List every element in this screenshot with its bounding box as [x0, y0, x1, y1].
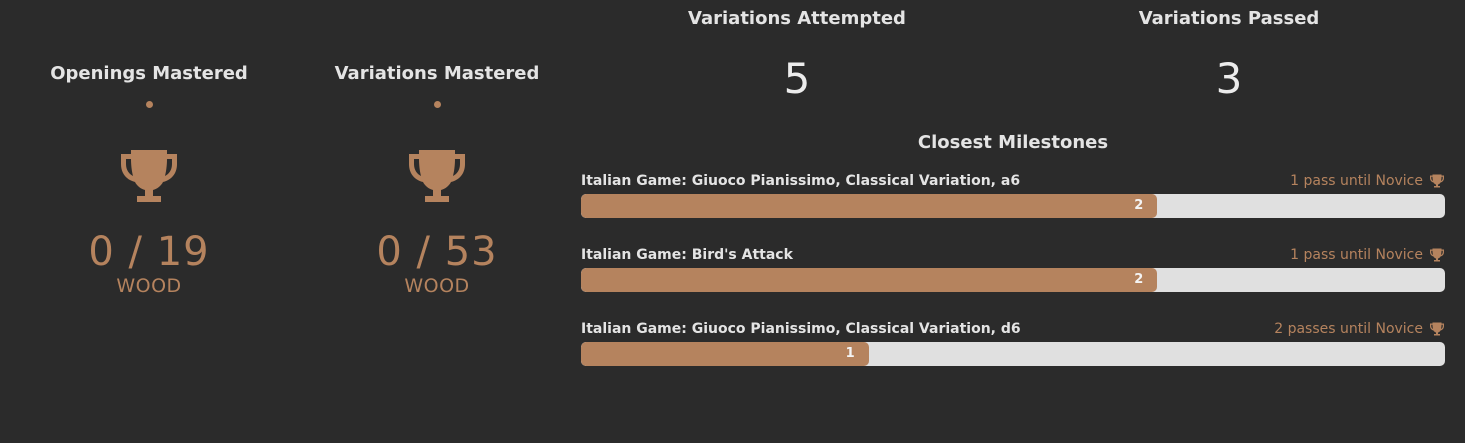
- milestone-progress-value: 1: [845, 346, 855, 361]
- variations-passed-card: Variations Passed 3: [1079, 5, 1379, 105]
- milestone-progress-fill: 2: [581, 194, 1158, 218]
- variations-attempted-card: Variations Attempted 5: [647, 5, 947, 105]
- milestone-item[interactable]: Italian Game: Giuoco Pianissimo, Classic…: [581, 318, 1445, 366]
- milestone-until-text: 1 pass until Novice: [1290, 173, 1423, 189]
- milestone-until-text: 1 pass until Novice: [1290, 247, 1423, 263]
- variations-dot: [433, 101, 441, 108]
- milestone-item[interactable]: Italian Game: Bird's Attack 1 pass until…: [581, 244, 1445, 292]
- trophy-icon: [121, 150, 177, 202]
- variations-attempted-value: 5: [783, 54, 811, 103]
- variations-mastered-tier: WOOD: [404, 275, 470, 297]
- openings-mastered-card: Openings Mastered 0 / 19 WOOD: [19, 60, 279, 297]
- closest-milestones-title: Closest Milestones: [917, 132, 1109, 153]
- milestone-name: Italian Game: Giuoco Pianissimo, Classic…: [581, 321, 1021, 337]
- variations-mastered-count: 0 / 53: [376, 229, 498, 275]
- milestone-progress-value: 2: [1134, 272, 1144, 287]
- milestone-progress-bar: 2: [581, 268, 1445, 292]
- variations-passed-title: Variations Passed: [1138, 8, 1320, 29]
- trophy-icon: [1430, 248, 1444, 262]
- variations-attempted-title: Variations Attempted: [688, 8, 906, 29]
- milestone-progress-fill: 2: [581, 268, 1158, 292]
- closest-milestones: Closest Milestones Italian Game: Giuoco …: [581, 128, 1445, 392]
- milestone-progress-bar: 2: [581, 194, 1445, 218]
- milestone-name: Italian Game: Bird's Attack: [581, 247, 793, 263]
- milestone-item[interactable]: Italian Game: Giuoco Pianissimo, Classic…: [581, 170, 1445, 218]
- variations-mastered-card: Variations Mastered 0 / 53 WOOD: [307, 60, 567, 297]
- milestone-until-text: 2 passes until Novice: [1274, 321, 1423, 337]
- trophy-icon: [409, 150, 465, 202]
- milestone-progress-bar: 1: [581, 342, 1445, 366]
- trophy-icon: [1430, 322, 1444, 336]
- openings-dot: [145, 101, 153, 108]
- milestone-progress-value: 2: [1134, 198, 1144, 213]
- trophy-icon: [1430, 174, 1444, 188]
- openings-mastered-title: Openings Mastered: [50, 63, 248, 84]
- variations-mastered-title: Variations Mastered: [334, 63, 540, 84]
- openings-mastered-count: 0 / 19: [88, 229, 210, 275]
- milestone-progress-fill: 1: [581, 342, 869, 366]
- openings-mastered-tier: WOOD: [116, 275, 182, 297]
- variations-passed-value: 3: [1215, 54, 1243, 103]
- milestone-name: Italian Game: Giuoco Pianissimo, Classic…: [581, 173, 1021, 189]
